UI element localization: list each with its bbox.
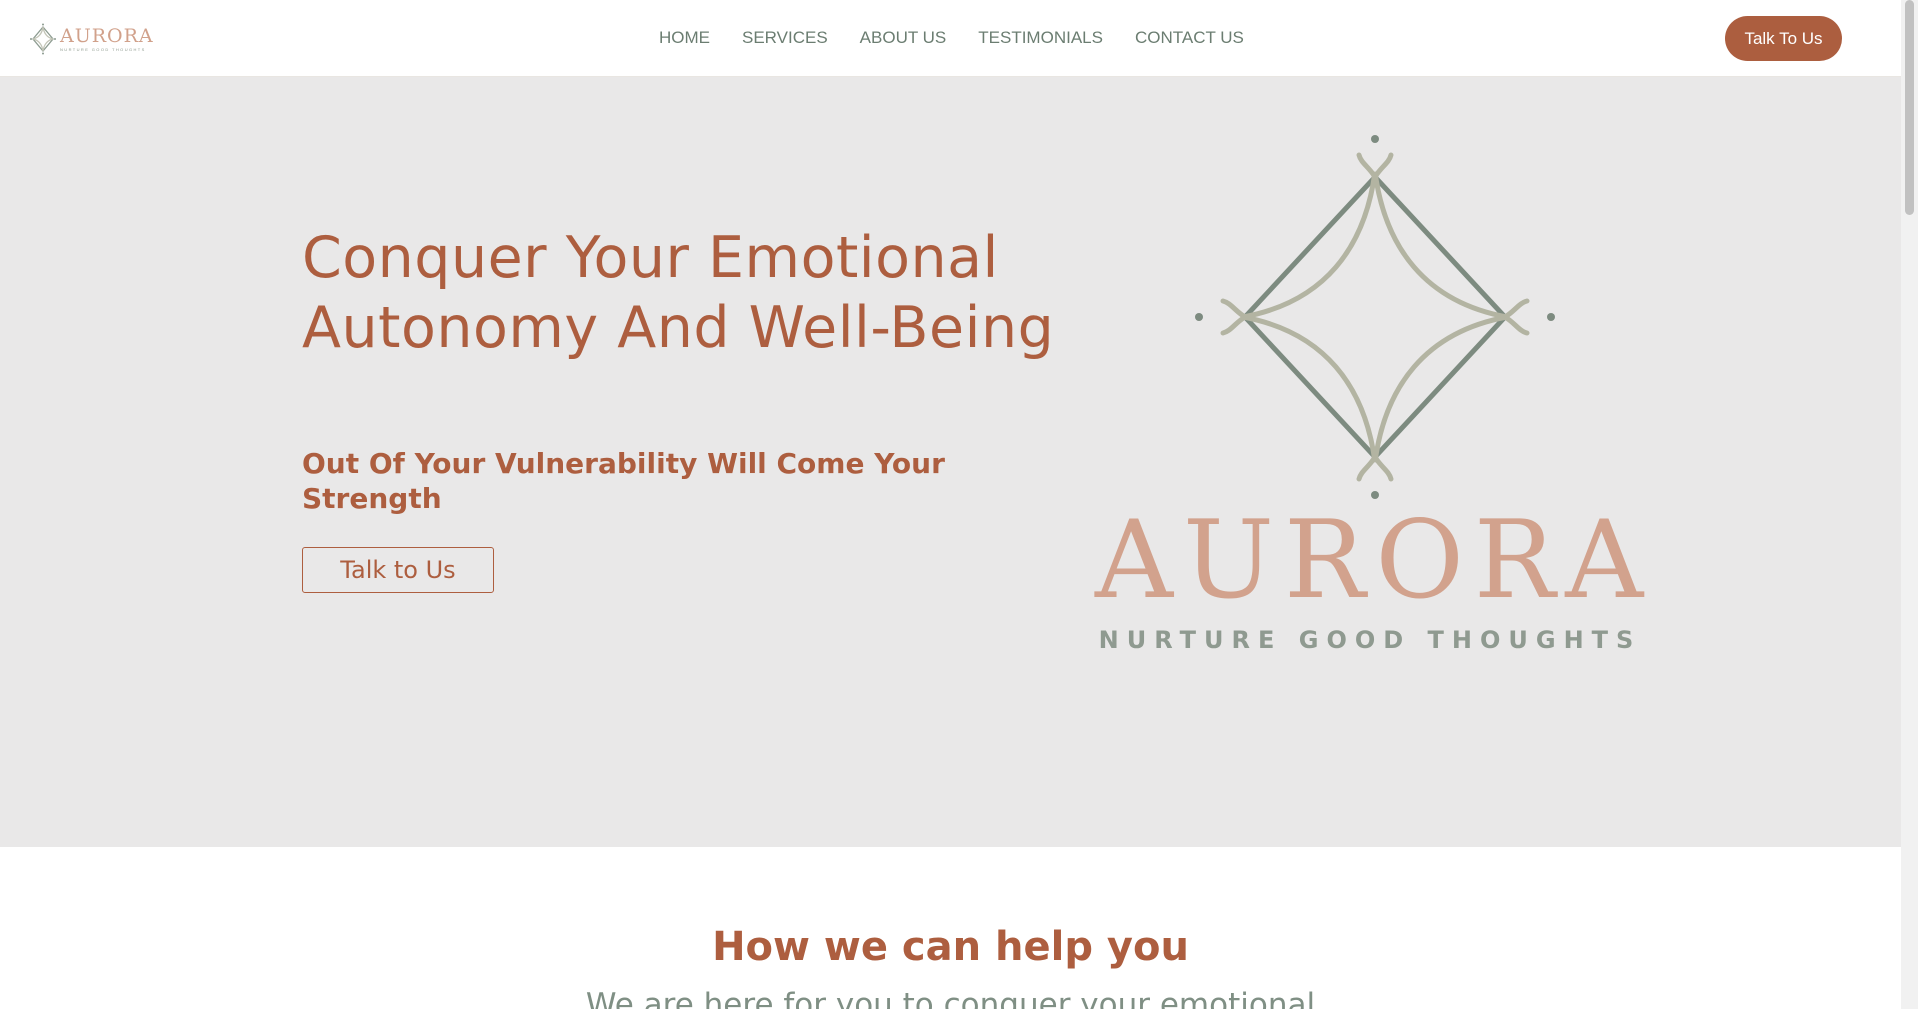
- header-logo[interactable]: AURORA NURTURE GOOD THOUGHTS: [30, 22, 154, 56]
- nav-contact-us[interactable]: CONTACT US: [1135, 27, 1244, 49]
- site-header: AURORA NURTURE GOOD THOUGHTS HOME SERVIC…: [0, 0, 1901, 77]
- help-section-lead: We are here for you to conquer your emot…: [585, 987, 1316, 1009]
- hero-title: Conquer Your Emotional Autonomy And Well…: [302, 225, 1055, 361]
- hero-logo-wordmark: AURORA: [1095, 498, 1654, 623]
- aurora-star-icon: [30, 23, 56, 55]
- help-section-title: How we can help you: [712, 924, 1189, 970]
- talk-to-us-button[interactable]: Talk To Us: [1725, 16, 1842, 61]
- aurora-emblem-icon: [1195, 135, 1555, 499]
- nav-about-us[interactable]: ABOUT US: [860, 27, 947, 49]
- brand-tagline: NURTURE GOOD THOUGHTS: [60, 47, 146, 52]
- brand-name: AURORA: [60, 25, 154, 47]
- hero-subtitle: Out Of Your Vulnerability Will Come Your…: [302, 447, 945, 515]
- hero-section: Conquer Your Emotional Autonomy And Well…: [0, 77, 1901, 847]
- nav-testimonials[interactable]: TESTIMONIALS: [978, 27, 1103, 49]
- main-nav: HOME SERVICES ABOUT US TESTIMONIALS CONT…: [659, 27, 1244, 49]
- nav-services[interactable]: SERVICES: [742, 27, 828, 49]
- page-scrollbar[interactable]: [1901, 0, 1918, 1009]
- hero-talk-to-us-button[interactable]: Talk to Us: [302, 547, 494, 593]
- nav-home[interactable]: HOME: [659, 27, 710, 49]
- hero-logo: AURORA NURTURE GOOD THOUGHTS: [1095, 127, 1645, 687]
- scrollbar-thumb[interactable]: [1905, 0, 1914, 215]
- page: AURORA NURTURE GOOD THOUGHTS HOME SERVIC…: [0, 0, 1901, 1009]
- header-wordmark: AURORA NURTURE GOOD THOUGHTS: [60, 26, 154, 52]
- hero-logo-tagline: NURTURE GOOD THOUGHTS: [1098, 626, 1642, 654]
